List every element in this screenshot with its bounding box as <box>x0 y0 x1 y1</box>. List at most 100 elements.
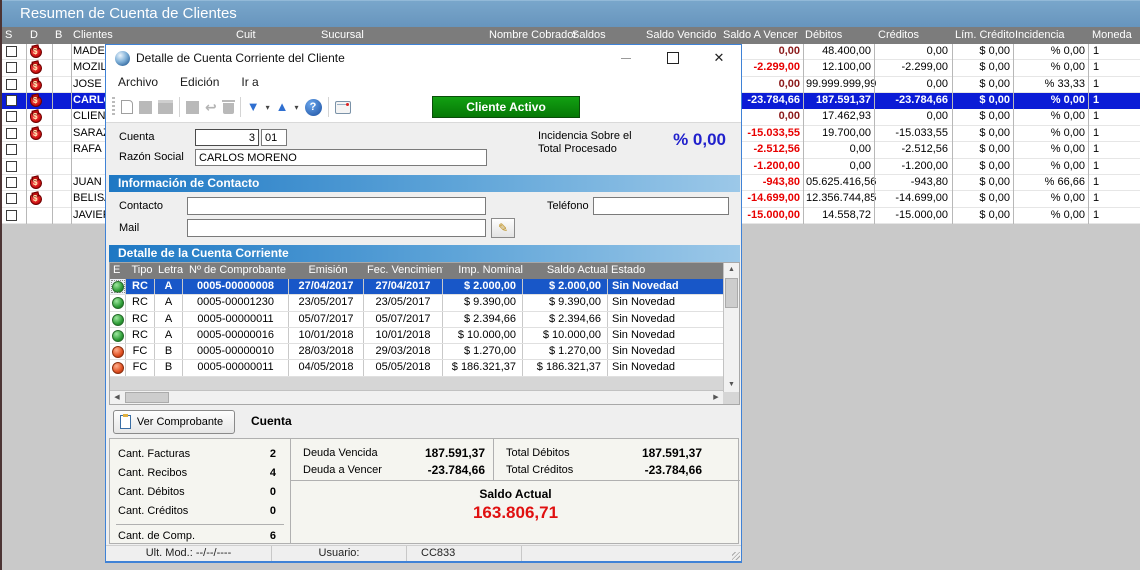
col-header-saldos[interactable]: Saldos <box>572 27 606 44</box>
mail-input[interactable] <box>187 219 486 237</box>
vencimiento-cell: 23/05/2017 <box>364 295 443 310</box>
resize-grip[interactable] <box>732 552 740 560</box>
comprobante-row[interactable]: RC A 0005-00000016 10/01/2018 10/01/2018… <box>110 328 739 344</box>
row-checkbox[interactable] <box>6 128 17 139</box>
col-header-nombre-cobrador[interactable]: Nombre Cobrador <box>489 27 577 44</box>
vencimiento-cell: 05/05/2018 <box>364 360 443 375</box>
address-icon[interactable] <box>335 101 351 114</box>
scrollbar-thumb[interactable] <box>125 392 169 403</box>
col-imp-nominal[interactable]: Imp. Nominal <box>443 263 523 279</box>
row-checkbox[interactable] <box>6 111 17 122</box>
row-checkbox[interactable] <box>6 62 17 73</box>
razon-social-input[interactable] <box>195 149 487 166</box>
lim-credito-cell: $ 0,00 <box>955 208 1010 223</box>
print-icon[interactable] <box>158 100 173 114</box>
sucursal-input[interactable] <box>261 129 287 146</box>
cuenta-input[interactable] <box>195 129 259 146</box>
moneda-cell: 1 <box>1093 175 1099 190</box>
undo-icon[interactable]: ↩ <box>205 100 217 114</box>
col-header-saldo-vencido[interactable]: Saldo Vencido <box>646 27 716 44</box>
scroll-down-icon[interactable]: ▼ <box>724 378 739 392</box>
mail-edit-button[interactable]: ✎ <box>491 218 515 238</box>
help-icon[interactable]: ? <box>305 99 322 116</box>
estado-ball-icon <box>112 362 124 374</box>
col-vencimiento[interactable]: Fec. Vencimiento <box>364 263 443 279</box>
row-checkbox[interactable] <box>6 79 17 90</box>
col-header-b[interactable]: B <box>55 27 62 44</box>
vertical-scrollbar[interactable]: ▲ ▼ <box>723 263 739 392</box>
col-header-saldo-a-vencer[interactable]: Saldo A Vencer <box>723 27 798 44</box>
moneda-cell: 1 <box>1093 142 1099 157</box>
col-tipo[interactable]: Tipo <box>126 263 155 279</box>
telefono-input[interactable] <box>593 197 729 215</box>
comprobante-row[interactable]: RC A 0005-00001230 23/05/2017 23/05/2017… <box>110 295 739 311</box>
menu-edicion[interactable]: Edición <box>180 75 219 89</box>
tab-cuenta[interactable]: Cuenta <box>251 414 292 428</box>
dialog-detalle-cuenta-corriente: Detalle de Cuenta Corriente del Cliente … <box>105 44 742 563</box>
minimize-button[interactable] <box>611 48 641 68</box>
scrollbar-thumb[interactable] <box>725 278 738 308</box>
total-creditos-row: Total Créditos-23.784,66 <box>494 462 740 479</box>
menu-ir-a[interactable]: Ir a <box>241 75 258 89</box>
move-down-icon[interactable]: ▼ <box>247 100 260 114</box>
col-header-debitos[interactable]: Débitos <box>805 27 842 44</box>
close-button[interactable]: ✕ <box>704 48 734 68</box>
estado-ball-icon <box>112 297 124 309</box>
estado-text-cell: Sin Novedad <box>608 344 725 359</box>
new-doc-icon[interactable] <box>121 100 133 114</box>
col-header-incidencia[interactable]: Incidencia <box>1015 27 1065 44</box>
client-table-header: S D B Clientes Cuit Sucursal Nombre Cobr… <box>0 27 1140 44</box>
maximize-button[interactable] <box>658 48 688 68</box>
row-checkbox[interactable] <box>6 95 17 106</box>
chevron-down-icon[interactable]: ▾ <box>295 103 299 112</box>
row-checkbox[interactable] <box>6 210 17 221</box>
col-saldo-actual[interactable]: Saldo Actual <box>523 263 608 279</box>
scroll-up-icon[interactable]: ▲ <box>724 263 739 277</box>
scroll-left-icon[interactable]: ◀ <box>110 391 124 404</box>
row-checkbox[interactable] <box>6 46 17 57</box>
money-bag-icon <box>30 112 42 123</box>
comprobante-row[interactable]: RC A 0005-00000011 05/07/2017 05/07/2017… <box>110 312 739 328</box>
col-header-creditos[interactable]: Créditos <box>878 27 919 44</box>
col-header-sucursal[interactable]: Sucursal <box>321 27 364 44</box>
menu-archivo[interactable]: Archivo <box>118 75 158 89</box>
toolbar-grip[interactable] <box>112 97 115 117</box>
col-estado[interactable]: Estado <box>608 263 725 279</box>
col-comprobante[interactable]: Nº de Comprobante <box>183 263 289 279</box>
scroll-right-icon[interactable]: ▶ <box>709 391 723 404</box>
col-header-cuit[interactable]: Cuit <box>236 27 256 44</box>
debitos-cell: 12.356.744,85 <box>806 191 871 206</box>
comprobante-row[interactable]: FC B 0005-00000010 28/03/2018 29/03/2018… <box>110 344 739 360</box>
total-debitos-row: Total Débitos187.591,37 <box>494 445 740 462</box>
chevron-down-icon[interactable]: ▾ <box>266 103 270 112</box>
comprobante-row[interactable]: RC A 0005-00000008 27/04/2017 27/04/2017… <box>110 279 739 295</box>
move-up-icon[interactable]: ▲ <box>276 100 289 114</box>
block-icon[interactable] <box>186 101 199 114</box>
comprobante-row[interactable]: FC B 0005-00000011 04/05/2018 05/05/2018… <box>110 360 739 376</box>
col-header-clientes[interactable]: Clientes <box>73 27 113 44</box>
col-e[interactable]: E <box>110 263 126 279</box>
emision-cell: 10/01/2018 <box>289 328 364 343</box>
col-letra[interactable]: Letra <box>155 263 183 279</box>
emision-cell: 23/05/2017 <box>289 295 364 310</box>
row-checkbox[interactable] <box>6 161 17 172</box>
vencimiento-cell: 29/03/2018 <box>364 344 443 359</box>
col-header-lim-credito[interactable]: Lím. Crédito <box>955 27 1015 44</box>
delete-icon[interactable] <box>223 103 234 114</box>
horizontal-scrollbar[interactable]: ◀ ▶ <box>110 390 723 404</box>
col-header-moneda[interactable]: Moneda <box>1092 27 1132 44</box>
ver-comprobante-button[interactable]: Ver Comprobante <box>113 410 235 434</box>
cliente-activo-button[interactable]: Cliente Activo <box>432 96 580 118</box>
estado-text-cell: Sin Novedad <box>608 360 725 375</box>
row-checkbox[interactable] <box>6 193 17 204</box>
row-checkbox[interactable] <box>6 177 17 188</box>
estado-ball-icon <box>112 314 124 326</box>
col-header-s[interactable]: S <box>5 27 12 44</box>
money-bag-icon <box>30 129 42 140</box>
col-header-d[interactable]: D <box>30 27 38 44</box>
contacto-input[interactable] <box>187 197 486 215</box>
money-bag-icon <box>30 194 42 205</box>
row-checkbox[interactable] <box>6 144 17 155</box>
col-emision[interactable]: Emisión <box>289 263 364 279</box>
save-icon[interactable] <box>139 101 152 114</box>
